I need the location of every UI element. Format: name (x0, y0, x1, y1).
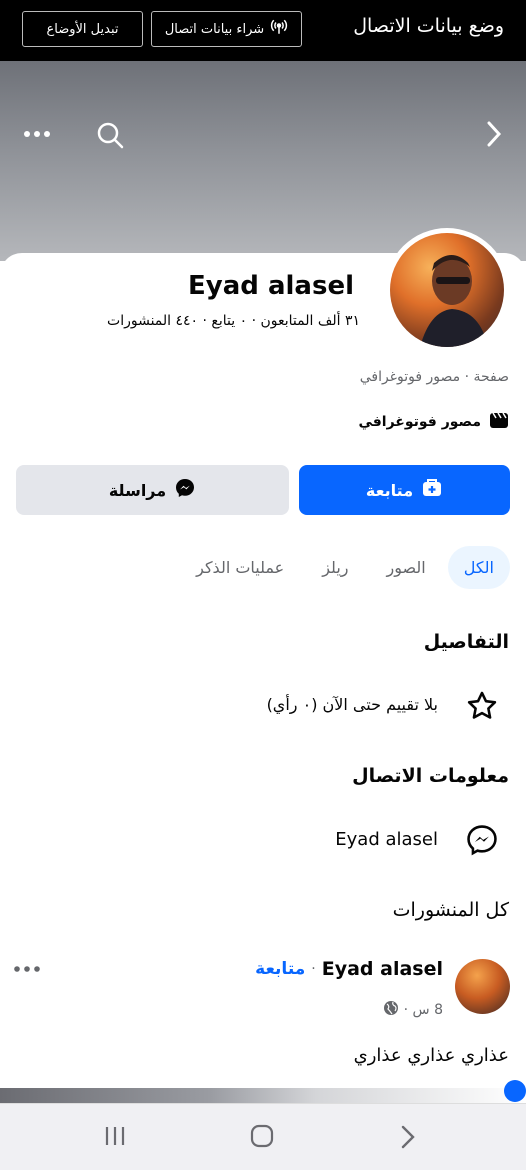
all-posts-heading: كل المنشورات (392, 899, 509, 921)
chevron-right-icon[interactable] (484, 120, 504, 152)
job-label: مصور فوتوغرافي (358, 414, 481, 430)
search-icon[interactable] (96, 121, 124, 153)
tab-reels[interactable]: ريلز (306, 546, 364, 589)
globe-icon (383, 1000, 399, 1020)
profile-name: Eyad alasel (188, 271, 354, 301)
buy-data-button[interactable]: شراء بيانات اتصال (151, 11, 302, 47)
home-icon[interactable] (249, 1123, 275, 1153)
post-follow-link[interactable]: متابعة (255, 959, 305, 979)
message-button[interactable]: مراسلة (16, 465, 289, 515)
profile-tabs: الكل الصور ريلز عمليات الذكر (180, 543, 510, 591)
post-author-name[interactable]: Eyad alasel (322, 958, 443, 980)
contact-heading: معلومات الاتصال (352, 765, 509, 787)
data-mode-title: وضع بيانات الاتصال (353, 15, 504, 37)
page-category: صفحة · مصور فوتوغرافي (359, 369, 509, 385)
rating-text[interactable]: بلا تقييم حتى الآن (٠ رأي) (267, 695, 438, 714)
messenger-icon (174, 477, 196, 503)
star-icon (465, 689, 499, 727)
more-icon[interactable] (23, 124, 51, 148)
add-friend-icon (421, 478, 443, 502)
post-text: عذاري عذاري عذاري (353, 1045, 509, 1066)
floating-action-icon[interactable] (504, 1080, 526, 1102)
follow-label: متابعة (365, 480, 414, 500)
post-more-icon[interactable] (13, 961, 41, 981)
post-header: Eyad alasel · متابعة (255, 958, 443, 980)
switch-modes-button[interactable]: تبديل الأوضاع (22, 11, 143, 47)
post-author-avatar[interactable] (455, 959, 510, 1014)
buy-data-label: شراء بيانات اتصال (164, 21, 265, 37)
clapperboard-icon (489, 411, 509, 433)
message-label: مراسلة (108, 480, 167, 500)
back-icon[interactable] (399, 1124, 417, 1154)
tab-photos[interactable]: الصور (371, 546, 442, 589)
data-mode-bar: وضع بيانات الاتصال شراء بيانات اتصال تبد… (0, 0, 526, 61)
messenger-contact[interactable]: Eyad alasel (335, 829, 438, 850)
messenger-icon (465, 823, 499, 861)
post-image-preview[interactable] (0, 1088, 526, 1103)
tab-all[interactable]: الكل (447, 545, 510, 589)
follow-button[interactable]: متابعة (299, 465, 510, 515)
recent-apps-icon[interactable] (104, 1124, 126, 1152)
switch-modes-label: تبديل الأوضاع (46, 21, 119, 37)
job-row: مصور فوتوغرافي (358, 411, 509, 433)
profile-avatar[interactable] (385, 228, 509, 352)
broadcast-icon (270, 18, 288, 40)
profile-stats[interactable]: ٣١ ألف المتابعون · ٠ يتابع · ٤٤٠ المنشور… (107, 313, 360, 329)
post-time[interactable]: 8 س · (404, 1002, 443, 1018)
tab-mentions[interactable]: عمليات الذكر (180, 546, 300, 589)
details-heading: التفاصيل (423, 631, 509, 653)
post-header-separator: · (311, 961, 316, 977)
system-nav-bar (0, 1103, 526, 1170)
post-meta: 8 س · (383, 1000, 443, 1020)
